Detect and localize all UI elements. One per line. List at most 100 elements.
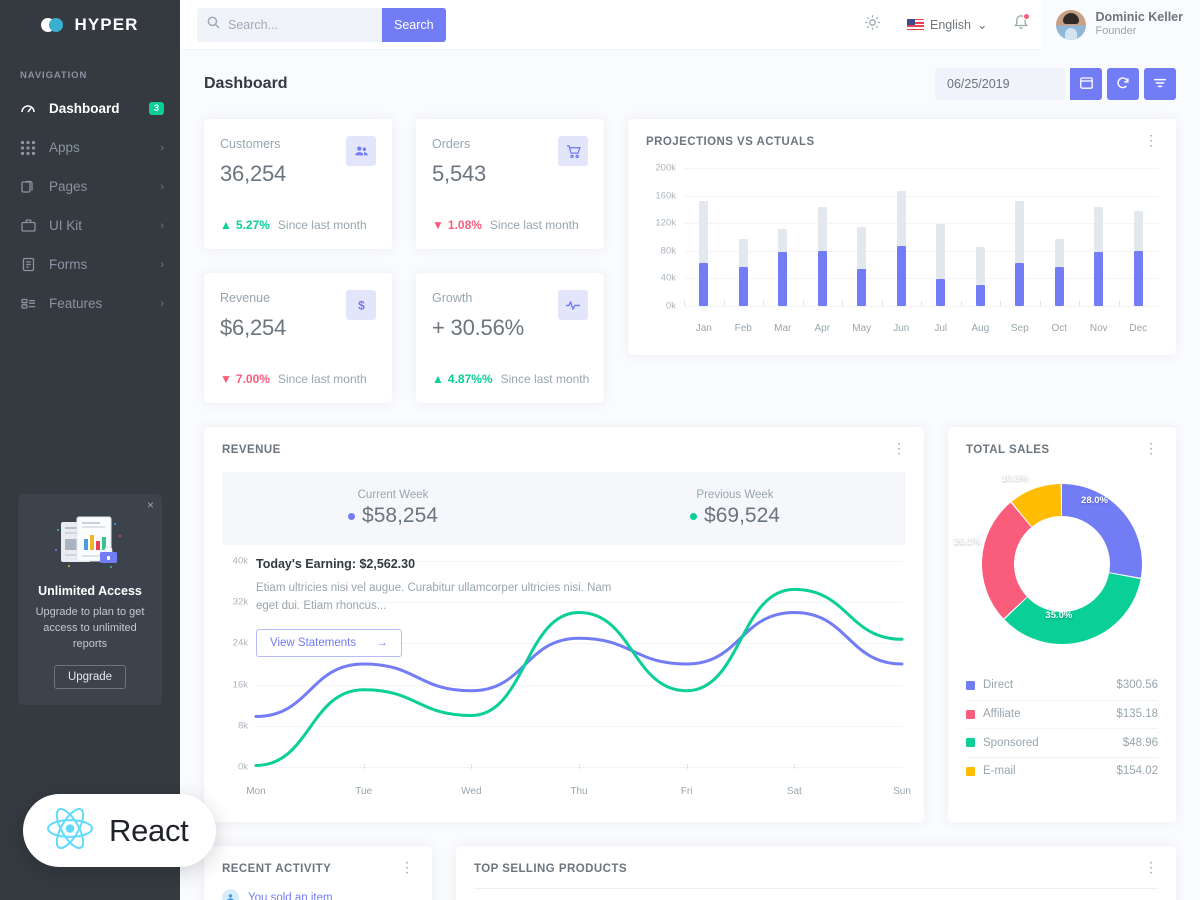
sidebar-item-forms[interactable]: Forms ›	[0, 245, 180, 284]
search-box[interactable]	[197, 7, 382, 42]
briefcase-icon	[20, 218, 36, 234]
trend-up-icon: ▲	[220, 218, 232, 232]
calendar-button[interactable]	[1070, 68, 1102, 100]
current-week-color-dot	[348, 512, 356, 520]
donut-slice-label: 10.8%	[1001, 473, 1029, 485]
sidebar-item-dashboard[interactable]: Dashboard 3	[0, 89, 180, 128]
bar-projection	[975, 246, 985, 285]
search-input[interactable]	[228, 17, 368, 32]
filter-icon	[1153, 76, 1167, 93]
react-logo-icon	[45, 806, 95, 856]
bar-projection	[778, 229, 788, 252]
card-menu-icon[interactable]: ⋮	[1144, 133, 1158, 147]
donut-slice[interactable]	[1004, 572, 1141, 644]
revenue-card: REVENUE ⋮ Current Week $58,254 Previous …	[204, 427, 924, 822]
x-axis-tick: Jul	[934, 323, 948, 334]
refresh-button[interactable]	[1107, 68, 1139, 100]
legend-color-swatch	[966, 709, 975, 719]
y-axis-tick: 160k	[655, 190, 676, 202]
card-menu-icon[interactable]: ⋮	[892, 441, 906, 455]
previous-week-value-wrap: $69,524	[564, 504, 906, 528]
sales-donut-chart: 28.0% 35.0% 26.1% 10.8%	[948, 456, 1176, 671]
stat-trend-period: Since last month	[277, 218, 367, 232]
previous-week-value: $69,524	[704, 504, 780, 527]
stat-card-growth: Growth + 30.56% ▲ 4.87%% Since last mont…	[416, 273, 604, 403]
current-week-label: Current Week	[357, 489, 429, 501]
sidebar-item-apps[interactable]: Apps ›	[0, 128, 180, 167]
pulse-icon	[558, 290, 588, 320]
refresh-icon	[1116, 76, 1130, 93]
grid-icon	[20, 140, 36, 156]
recent-activity-card: RECENT ACTIVITY ⋮ You sold an item	[204, 846, 432, 900]
x-axis-tick: Fri	[680, 786, 693, 797]
topbar: Search English ⌄	[180, 0, 1200, 50]
axis-tick-mark	[1000, 301, 1001, 306]
previous-week-summary: Previous Week $69,524	[564, 489, 906, 528]
brand-name: HYPER	[74, 15, 139, 34]
sales-legend: Direct $300.56 Affiliate $135.18 Sponsored $4…	[948, 671, 1176, 785]
bar-actual	[1133, 250, 1143, 306]
close-icon[interactable]: ×	[147, 499, 154, 511]
notifications-button[interactable]	[1000, 0, 1042, 50]
x-axis-tick: Mar	[774, 323, 792, 334]
filter-button[interactable]	[1144, 68, 1176, 100]
card-header: TOP SELLING PRODUCTS ⋮	[456, 846, 1176, 875]
revenue-line-chart: Today's Earning: $2,562.30 Etiam ultrici…	[212, 547, 911, 805]
sidebar-item-features[interactable]: Features ›	[0, 284, 180, 323]
page-title: Dashboard	[204, 75, 288, 92]
legend-color-swatch	[966, 680, 975, 690]
bar-group	[921, 168, 961, 306]
bar-projection	[857, 227, 867, 269]
users-icon	[346, 136, 376, 166]
bar-projection	[896, 190, 906, 246]
sidebar-item-pages[interactable]: Pages ›	[0, 167, 180, 206]
axis-tick-mark	[802, 301, 804, 306]
axis-tick-mark	[763, 301, 764, 306]
card-menu-icon[interactable]: ⋮	[1144, 441, 1158, 455]
view-statements-button[interactable]: View Statements →	[256, 628, 402, 657]
bar-group	[803, 168, 843, 306]
sidebar: HYPER NAVIGATION Dashboard 3 Apps › Page…	[0, 0, 180, 900]
reports-illustration-icon	[30, 512, 150, 574]
gear-icon	[864, 14, 881, 36]
bar-group	[1119, 168, 1159, 306]
brand-logo[interactable]: HYPER	[0, 0, 180, 50]
activity-item[interactable]: You sold an item	[204, 875, 432, 900]
bar-projection	[817, 206, 827, 251]
activity-text: You sold an item	[248, 891, 333, 900]
cart-icon	[558, 136, 588, 166]
card-menu-icon[interactable]: ⋮	[1144, 860, 1158, 874]
page-content: Dashboard 06/25/2019 Customers 36,254 ▲ …	[180, 50, 1200, 900]
bar-actual	[896, 245, 906, 306]
trend-down-icon: ▼	[220, 372, 232, 386]
x-axis-tick: Dec	[1129, 323, 1148, 334]
upgrade-button[interactable]: Upgrade	[53, 664, 127, 689]
x-axis-tick: Aug	[971, 323, 990, 334]
language-selector[interactable]: English ⌄	[894, 0, 1000, 50]
date-input[interactable]	[935, 68, 1065, 100]
framework-badge[interactable]: React	[23, 794, 217, 867]
bottom-row: RECENT ACTIVITY ⋮ You sold an item TOP S…	[204, 846, 1176, 900]
main-area: Search English ⌄	[180, 0, 1200, 900]
bar-group	[1079, 168, 1119, 306]
axis-tick-mark	[794, 764, 796, 769]
sidebar-item-ui-kit[interactable]: UI Kit ›	[0, 206, 180, 245]
card-header: REVENUE ⋮	[204, 427, 924, 456]
user-badge-icon	[222, 889, 239, 900]
current-week-summary: Current Week $58,254	[222, 489, 564, 528]
y-axis-tick: 120k	[655, 217, 676, 229]
stat-card-revenue: Revenue $6,254 $ ▼ 7.00% Since last mont…	[204, 273, 392, 403]
sidebar-item-label: Apps	[49, 140, 80, 155]
card-title: PROJECTIONS VS ACTUALS	[646, 136, 815, 148]
sidebar-item-label: Features	[49, 296, 103, 311]
card-menu-icon[interactable]: ⋮	[400, 860, 414, 874]
profile-menu[interactable]: Dominic Keller Founder	[1042, 0, 1200, 50]
view-statements-label: View Statements	[270, 636, 357, 649]
legend-row: Affiliate $135.18	[966, 699, 1158, 729]
page-header: Dashboard	[204, 66, 1176, 102]
x-axis-tick: Jun	[893, 323, 910, 334]
search-button[interactable]: Search	[382, 7, 446, 42]
gridline	[684, 306, 1158, 307]
settings-button[interactable]	[851, 0, 894, 50]
legend-amount: $154.02	[1116, 765, 1158, 778]
